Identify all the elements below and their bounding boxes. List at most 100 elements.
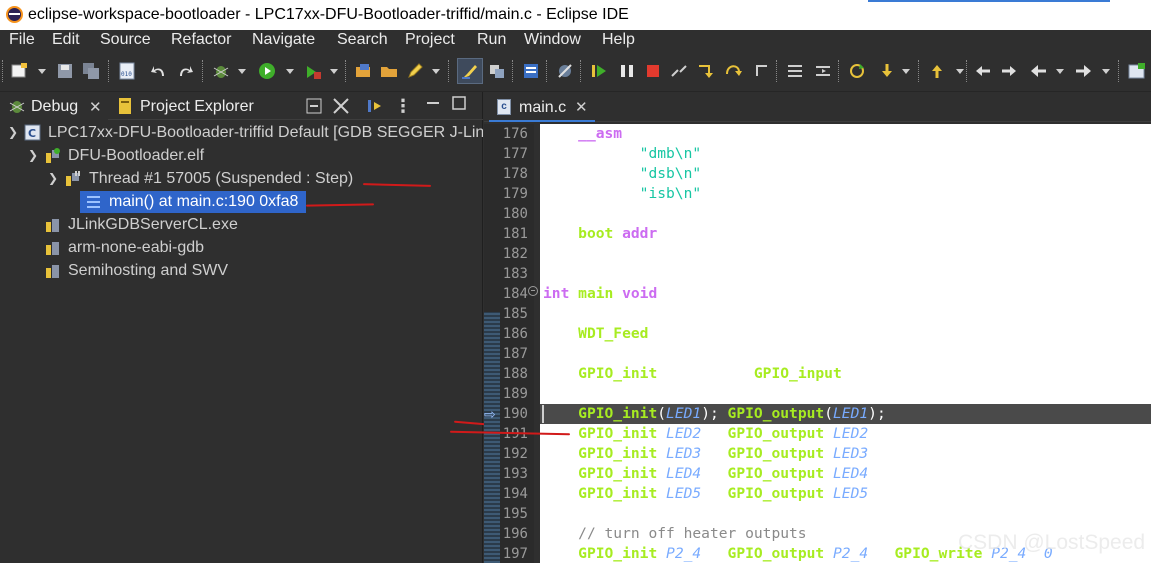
code-line[interactable]: // turn off heater outputs bbox=[543, 524, 806, 544]
chevron-down-icon[interactable]: ❯ bbox=[48, 171, 58, 185]
menu-refactor[interactable]: Refactor bbox=[171, 31, 231, 49]
skip-breakpoints-icon[interactable] bbox=[556, 62, 574, 80]
back-icon[interactable] bbox=[1030, 62, 1048, 80]
tab-main-c[interactable]: c main.c ✕ bbox=[489, 92, 595, 122]
tab-project-explorer[interactable]: Project Explorer bbox=[112, 92, 272, 120]
chevron-down-icon[interactable]: ❯ bbox=[28, 148, 38, 162]
external-tools-dropdown-icon[interactable] bbox=[330, 69, 338, 74]
code-line[interactable]: GPIO_init(LED2); GPIO_output(LED2); bbox=[543, 424, 886, 444]
code-line[interactable]: "dsb\n" bbox=[543, 164, 702, 184]
upload-icon[interactable] bbox=[928, 62, 946, 80]
menu-project[interactable]: Project bbox=[405, 31, 455, 49]
download-dropdown-icon[interactable] bbox=[902, 69, 910, 74]
run-icon[interactable] bbox=[258, 62, 276, 80]
refresh-icon[interactable] bbox=[848, 62, 866, 80]
code-line[interactable]: "isb\n" bbox=[543, 184, 702, 204]
download-icon[interactable] bbox=[878, 62, 896, 80]
code-line[interactable]: boot(addr); bbox=[543, 224, 675, 244]
close-icon[interactable]: ✕ bbox=[89, 98, 102, 116]
save-all-icon[interactable] bbox=[82, 62, 100, 80]
show-whitespace-icon[interactable] bbox=[488, 62, 506, 80]
debug-dropdown-icon[interactable] bbox=[238, 69, 246, 74]
code-line[interactable]: WDT_Feed(); bbox=[543, 324, 675, 344]
code-line[interactable]: "dmb\n" bbox=[543, 144, 702, 164]
code-line[interactable]: GPIO_init(LED3); GPIO_output(LED3); bbox=[543, 444, 886, 464]
drop-to-frame-icon[interactable] bbox=[814, 62, 832, 80]
menu-source[interactable]: Source bbox=[100, 31, 151, 49]
menu-edit[interactable]: Edit bbox=[52, 31, 80, 49]
tree-item-process-semihosting[interactable]: Semihosting and SWV bbox=[0, 260, 483, 282]
close-icon[interactable]: ✕ bbox=[575, 98, 588, 116]
fold-collapse-icon[interactable] bbox=[528, 286, 538, 296]
tree-item-process-elf[interactable]: ❯ DFU-Bootloader.elf bbox=[0, 145, 483, 167]
new-icon[interactable] bbox=[10, 62, 28, 80]
back-dropdown-icon[interactable] bbox=[1056, 69, 1064, 74]
undo-icon[interactable] bbox=[150, 62, 168, 80]
code-line[interactable]: GPIO_init(LED1); GPIO_output(LED1); bbox=[543, 404, 886, 424]
line-number: 194 bbox=[502, 486, 528, 502]
forward-dropdown-icon[interactable] bbox=[1102, 69, 1110, 74]
chevron-down-icon[interactable]: ❯ bbox=[8, 125, 18, 139]
watermark: CSDN @LostSpeed bbox=[958, 531, 1146, 554]
menu-run[interactable]: Run bbox=[477, 31, 506, 49]
open-perspective-icon[interactable] bbox=[1128, 62, 1146, 80]
menu-navigate[interactable]: Navigate bbox=[252, 31, 315, 49]
code-line[interactable]: int main(void) bbox=[543, 284, 666, 304]
code-line[interactable]: GPIO_init(LED5); GPIO_output(LED5); bbox=[543, 484, 886, 504]
suspend-icon[interactable] bbox=[618, 62, 636, 80]
external-tools-icon[interactable] bbox=[304, 62, 322, 80]
binary-icon[interactable]: 010 bbox=[118, 62, 136, 80]
upload-dropdown-icon[interactable] bbox=[956, 69, 964, 74]
pencil-dropdown-icon[interactable] bbox=[432, 69, 440, 74]
minimize-icon[interactable] bbox=[424, 94, 442, 112]
tree-item-process-gdb[interactable]: arm-none-eabi-gdb bbox=[0, 237, 483, 259]
terminate-icon[interactable] bbox=[644, 62, 662, 80]
annotation-underline bbox=[305, 203, 375, 207]
code-line[interactable]: __asm ( bbox=[543, 124, 640, 144]
open-folder-icon[interactable] bbox=[380, 62, 398, 80]
code-line[interactable]: GPIO_init(LED4); GPIO_output(LED4); bbox=[543, 464, 886, 484]
menu-window[interactable]: Window bbox=[524, 31, 581, 49]
remove-terminated-icon[interactable] bbox=[332, 97, 350, 115]
menu-bar: File Edit Source Refactor Navigate Searc… bbox=[0, 30, 1151, 52]
resume-icon[interactable] bbox=[590, 62, 608, 80]
highlight-pen-icon[interactable] bbox=[461, 62, 479, 80]
tree-item-process-jlink[interactable]: JLinkGDBServerCL.exe bbox=[0, 214, 483, 236]
next-edit-icon[interactable] bbox=[1000, 62, 1018, 80]
console-icon[interactable] bbox=[522, 62, 540, 80]
tab-debug[interactable]: Debug ✕ bbox=[0, 92, 108, 120]
debug-bug-icon[interactable] bbox=[212, 62, 230, 80]
tree-item-stack-frame[interactable]: main() at main.c:190 0xfa8 bbox=[80, 191, 306, 213]
open-type-icon[interactable] bbox=[354, 62, 372, 80]
code-token: GPIO_init bbox=[578, 425, 658, 442]
new-dropdown-icon[interactable] bbox=[38, 69, 46, 74]
menu-help[interactable]: Help bbox=[602, 31, 635, 49]
tree-item-launch[interactable]: ❯ C LPC17xx-DFU-Bootloader-triffid Defau… bbox=[0, 122, 483, 144]
menu-search[interactable]: Search bbox=[337, 31, 388, 49]
debug-bug-icon bbox=[8, 97, 26, 115]
step-filters-icon[interactable] bbox=[366, 97, 384, 115]
redo-icon[interactable] bbox=[176, 62, 194, 80]
step-over-icon[interactable] bbox=[724, 62, 742, 80]
save-icon[interactable] bbox=[56, 62, 74, 80]
maximize-icon[interactable] bbox=[450, 94, 468, 112]
code-line[interactable]: { bbox=[543, 304, 552, 324]
line-number: 187 bbox=[502, 346, 528, 362]
code-token: "isb\n" bbox=[639, 185, 702, 202]
view-menu-icon[interactable]: ⋮ bbox=[394, 97, 412, 115]
previous-edit-icon[interactable] bbox=[974, 62, 992, 80]
collapse-all-icon[interactable] bbox=[305, 97, 323, 115]
code-line[interactable]: ); bbox=[543, 204, 649, 224]
menu-file[interactable]: File bbox=[9, 31, 35, 49]
disconnect-icon[interactable] bbox=[670, 62, 688, 80]
forward-icon[interactable] bbox=[1074, 62, 1092, 80]
code-line[interactable]: } bbox=[543, 244, 552, 264]
tree-item-thread[interactable]: ❯ Thread #1 57005 (Suspended : Step) bbox=[0, 168, 483, 190]
code-token: (DFU_BTN); bbox=[657, 365, 754, 382]
code-line[interactable]: GPIO_init(DFU_BTN); GPIO_input(DFU_BTN); bbox=[543, 364, 929, 384]
run-dropdown-icon[interactable] bbox=[286, 69, 294, 74]
pencil-icon[interactable] bbox=[406, 62, 424, 80]
instruction-stepping-icon[interactable] bbox=[786, 62, 804, 80]
step-into-icon[interactable] bbox=[696, 62, 714, 80]
step-return-icon[interactable] bbox=[752, 62, 770, 80]
